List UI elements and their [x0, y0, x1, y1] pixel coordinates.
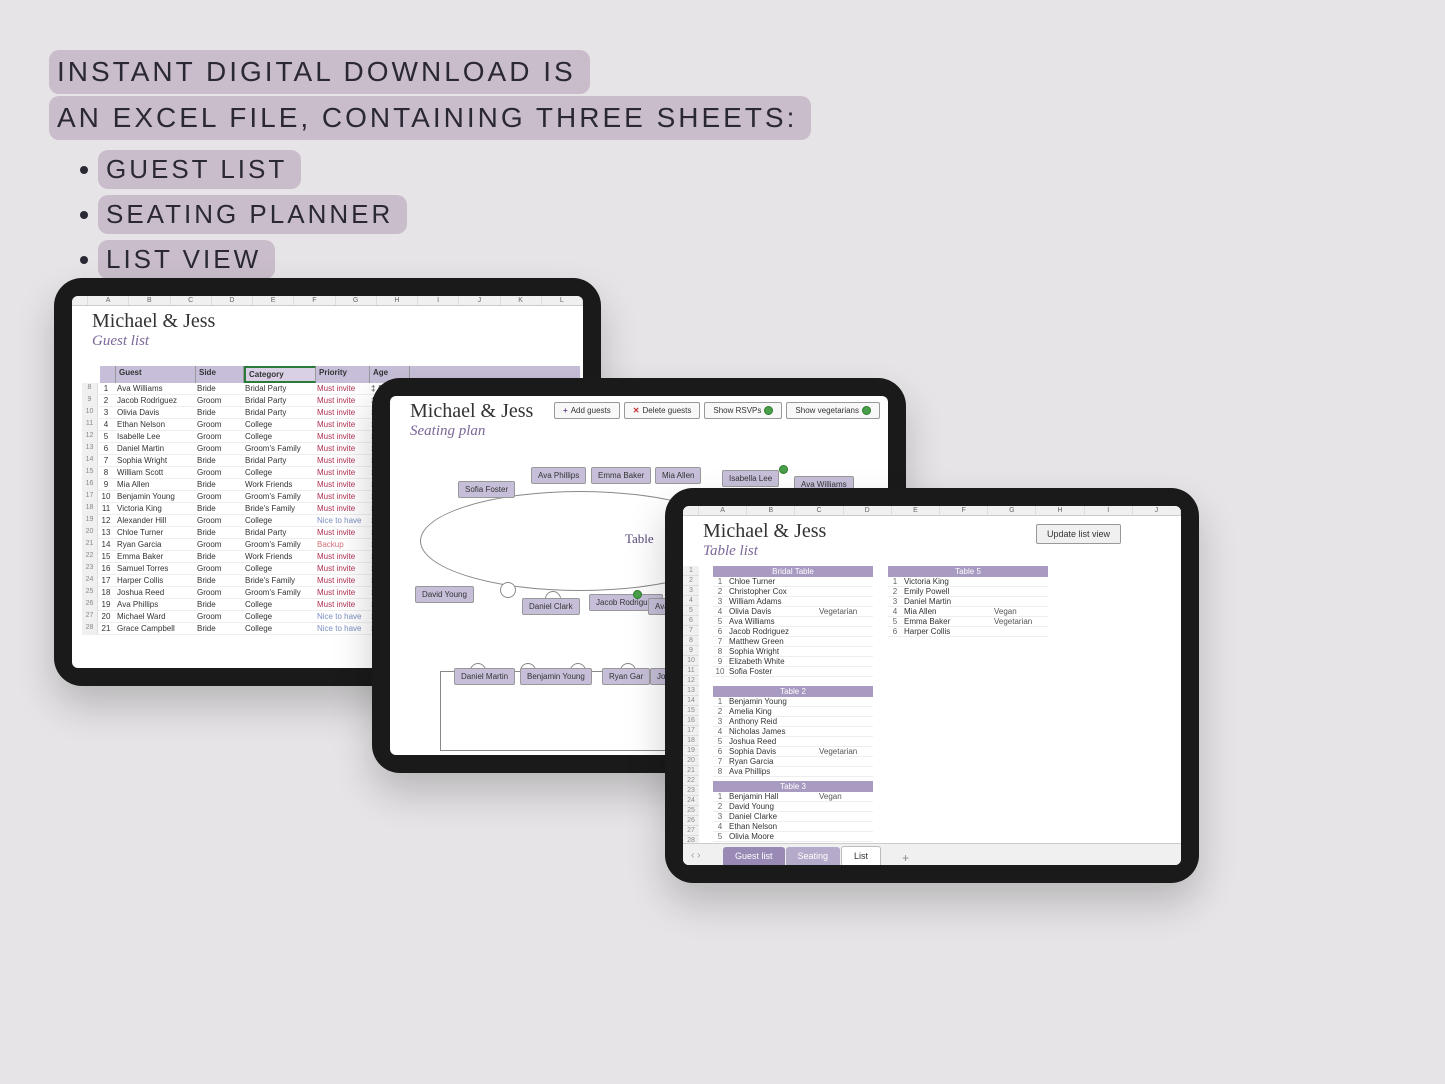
table-block: Table 21Benjamin Young2Amelia King3Antho… — [713, 686, 873, 777]
table-guest-row[interactable]: 1Benjamin HallVegan — [713, 792, 873, 802]
table-guest-row[interactable]: 9Elizabeth White — [713, 657, 873, 667]
plus-icon: + — [563, 406, 568, 415]
add-guests-button[interactable]: +Add guests — [554, 402, 620, 419]
table-guest-row[interactable]: 1Benjamin Young — [713, 697, 873, 707]
table-guest-row[interactable]: 7Ryan Garcia — [713, 757, 873, 767]
seat-tag[interactable]: Sofia Foster — [458, 481, 515, 498]
seat-tag[interactable]: David Young — [415, 586, 474, 603]
excel-column-header: ABCDEFGHIJKL — [72, 296, 583, 306]
table-guest-row[interactable]: 2Emily Powell — [888, 587, 1048, 597]
table-guest-row[interactable]: 5Olivia Moore — [713, 832, 873, 842]
table-name-header: Table 2 — [713, 686, 873, 697]
sheet-tabs: ‹ › Guest list Seating List + — [683, 843, 1181, 865]
veg-dot-icon — [633, 590, 642, 599]
table-guest-row[interactable]: 6Jacob Rodriguez — [713, 627, 873, 637]
table-guest-row[interactable]: 6Sophia DavisVegetarian — [713, 747, 873, 757]
seat-tag[interactable]: Daniel Martin — [454, 668, 515, 685]
table-name-header: Table 5 — [888, 566, 1048, 577]
table-guest-row[interactable]: 3Anthony Reid — [713, 717, 873, 727]
table-guest-row[interactable]: 3William Adams — [713, 597, 873, 607]
table-name-header: Table 3 — [713, 781, 873, 792]
table-guest-row[interactable]: 5Ava Williams — [713, 617, 873, 627]
table-block: Table 51Victoria King2Emily Powell3Danie… — [888, 566, 1048, 637]
bullet-dot-icon — [80, 166, 88, 174]
table-guest-row[interactable]: 1Chloe Turner — [713, 577, 873, 587]
seat-tag[interactable]: Ryan Gar — [602, 668, 650, 685]
table-guest-row[interactable]: 4Ethan Nelson — [713, 822, 873, 832]
status-dot-icon — [862, 406, 871, 415]
table-name-header: Bridal Table — [713, 566, 873, 577]
table-guest-row[interactable]: 8Sophia Wright — [713, 647, 873, 657]
bullet-item: LIST VIEW — [80, 240, 407, 279]
screen-list-view: ABCDEFGHIJ Michael & Jess Table list Upd… — [683, 506, 1181, 865]
table-guest-row[interactable]: 3Daniel Clarke — [713, 812, 873, 822]
update-list-button[interactable]: Update list view — [1036, 524, 1121, 544]
table-guest-row[interactable]: 2David Young — [713, 802, 873, 812]
table-guest-row[interactable]: 2Christopher Cox — [713, 587, 873, 597]
table-guest-row[interactable]: 3Daniel Martin — [888, 597, 1048, 607]
table-guest-row[interactable]: 4Nicholas James — [713, 727, 873, 737]
veg-dot-icon — [779, 465, 788, 474]
delete-guests-button[interactable]: ✕Delete guests — [624, 402, 701, 419]
add-sheet-button[interactable]: + — [902, 851, 909, 865]
bullet-dot-icon — [80, 211, 88, 219]
table-guest-row[interactable]: 5Joshua Reed — [713, 737, 873, 747]
seat-tag[interactable]: Daniel Clark — [522, 598, 580, 615]
tab-nav-arrows[interactable]: ‹ › — [691, 850, 700, 861]
table-guest-row[interactable]: 2Amelia King — [713, 707, 873, 717]
headline-line1: INSTANT DIGITAL DOWNLOAD IS — [49, 50, 590, 94]
excel-column-header: ABCDEFGHIJ — [683, 506, 1181, 516]
seating-toolbar: +Add guests ✕Delete guests Show RSVPs Sh… — [554, 402, 880, 419]
headline-line2: AN EXCEL FILE, CONTAINING THREE SHEETS: — [49, 96, 811, 140]
bullet-dot-icon — [80, 256, 88, 264]
chair-icon — [500, 582, 516, 598]
sheet-subtitle: Seating plan — [390, 423, 888, 446]
headline: INSTANT DIGITAL DOWNLOAD IS AN EXCEL FIL… — [49, 50, 811, 142]
table-guest-row[interactable]: 10Sofia Foster — [713, 667, 873, 677]
x-icon: ✕ — [633, 406, 640, 415]
bullet-item: SEATING PLANNER — [80, 195, 407, 234]
show-rsvps-button[interactable]: Show RSVPs — [704, 402, 782, 419]
table-guest-row[interactable]: 4Mia AllenVegan — [888, 607, 1048, 617]
seat-tag[interactable]: Benjamin Young — [520, 668, 592, 685]
sheet-subtitle: Table list — [683, 543, 1181, 566]
table-label: Table — [625, 531, 654, 547]
table-guest-row[interactable]: 5Emma BakerVegetarian — [888, 617, 1048, 627]
table-block: Bridal Table1Chloe Turner2Christopher Co… — [713, 566, 873, 677]
row-numbers: 1234567891011121314151617181920212223242… — [683, 566, 699, 865]
sheet-title: Michael & Jess — [72, 306, 583, 333]
table-guest-row[interactable]: 1Victoria King — [888, 577, 1048, 587]
seat-tag[interactable]: Isabella Lee — [722, 470, 779, 487]
table-guest-row[interactable]: 6Harper Collis — [888, 627, 1048, 637]
table-guest-row[interactable]: 7Matthew Green — [713, 637, 873, 647]
tab-list[interactable]: List — [841, 846, 881, 865]
tab-seating[interactable]: Seating — [786, 847, 841, 865]
show-vegetarians-button[interactable]: Show vegetarians — [786, 402, 880, 419]
seat-tag[interactable]: Emma Baker — [591, 467, 651, 484]
seat-tag[interactable]: Mia Allen — [655, 467, 701, 484]
tablet-list-view: ABCDEFGHIJ Michael & Jess Table list Upd… — [665, 488, 1199, 883]
status-dot-icon — [764, 406, 773, 415]
table-guest-row[interactable]: 8Ava Phillips — [713, 767, 873, 777]
sheet-subtitle: Guest list — [72, 333, 583, 356]
bullet-item: GUEST LIST — [80, 150, 407, 189]
seat-tag[interactable]: Ava Phillips — [531, 467, 586, 484]
tab-guest-list[interactable]: Guest list — [723, 847, 785, 865]
bullet-list: GUEST LIST SEATING PLANNER LIST VIEW — [80, 150, 407, 285]
table-guest-row[interactable]: 4Olivia DavisVegetarian — [713, 607, 873, 617]
